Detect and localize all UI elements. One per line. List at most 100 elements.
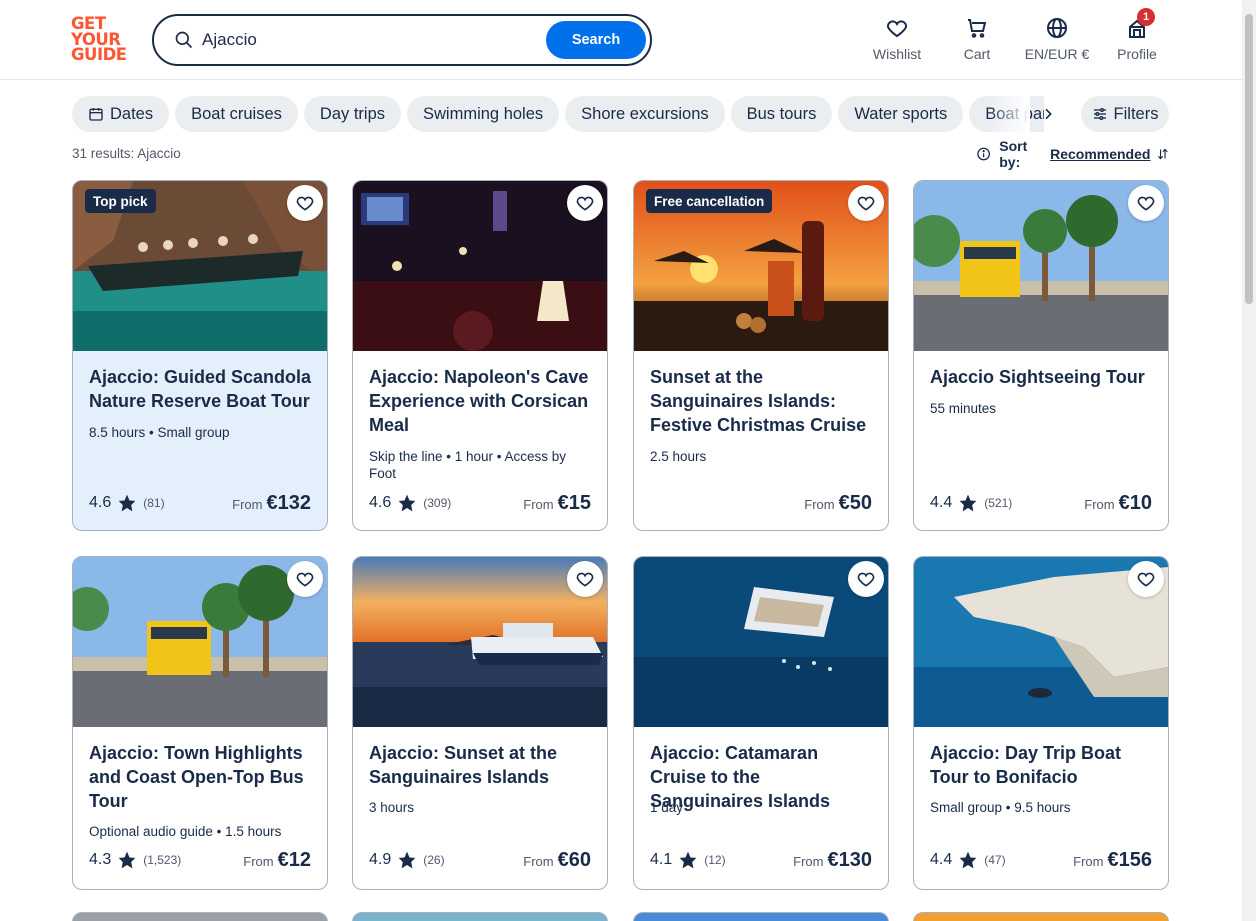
rating-value: 4.4: [930, 494, 953, 511]
card-rating-price: 4.4 (521) From €10: [930, 490, 1152, 516]
nav-language-currency[interactable]: EN/EUR €: [1022, 16, 1092, 66]
chip-water-sports[interactable]: Water sports: [838, 96, 964, 132]
rating-value: 4.6: [369, 494, 392, 511]
price-from-label: From: [1073, 853, 1104, 869]
activity-card[interactable]: Top pick Ajaccio: Guided Scandola Nature…: [72, 180, 328, 531]
card-meta: Small group • 9.5 hours: [930, 800, 1071, 815]
wishlist-toggle-button[interactable]: [1128, 185, 1164, 221]
card-title[interactable]: Ajaccio: Town Highlights and Coast Open-…: [89, 741, 315, 813]
sort-control[interactable]: Sort by: Recommended: [976, 138, 1170, 170]
price-from-label: From: [804, 496, 835, 512]
card-badge: Top pick: [85, 189, 156, 213]
nav-profile-label: Profile: [1117, 46, 1157, 62]
rating-value: 4.6: [89, 494, 112, 511]
price-from-label: From: [523, 853, 554, 869]
chip-shore-excursions[interactable]: Shore excursions: [565, 96, 725, 132]
activity-card[interactable]: Ajaccio: Catamaran Cruise to the Sanguin…: [633, 556, 889, 890]
wishlist-toggle-button[interactable]: [848, 561, 884, 597]
heart-icon: [576, 196, 594, 211]
price: From €15: [523, 492, 591, 515]
card-rating-price: 4.6 (309) From €15: [369, 490, 591, 516]
rating-value: 4.1: [650, 851, 673, 868]
nav-wishlist[interactable]: Wishlist: [872, 16, 922, 66]
site-header: GET YOUR GUIDE Search Wishlist Cart EN/E…: [0, 0, 1242, 80]
activity-card[interactable]: Free cancellation Sunset at the Sanguina…: [633, 180, 889, 531]
price: From €60: [523, 849, 591, 872]
wishlist-toggle-button[interactable]: [567, 561, 603, 597]
price: From €132: [232, 492, 311, 515]
wishlist-toggle-button[interactable]: [287, 561, 323, 597]
heart-icon: [886, 20, 908, 38]
review-count: (521): [984, 496, 1013, 510]
search-button[interactable]: Search: [546, 21, 646, 59]
page-scrollbar[interactable]: [1242, 0, 1256, 921]
activity-card[interactable]: Ajaccio: Napoleon's Cave Experience with…: [352, 180, 608, 531]
card-rating-price: 4.4 (47) From €156: [930, 847, 1152, 873]
price-amount: €60: [557, 848, 591, 871]
scrollbar-thumb[interactable]: [1245, 14, 1253, 304]
wishlist-toggle-button[interactable]: [1128, 561, 1164, 597]
sort-label: Sort by:: [999, 138, 1028, 170]
price: From €50: [804, 492, 872, 515]
getyourguide-logo[interactable]: GET YOUR GUIDE: [71, 16, 131, 64]
card-rating-price: From €50: [650, 490, 872, 516]
price-amount: €12: [277, 848, 311, 871]
card-meta: Skip the line • 1 hour • Access by Foot: [369, 449, 567, 481]
activity-card-partial[interactable]: [633, 912, 889, 921]
price: From €10: [1084, 492, 1152, 515]
logo-line-3: GUIDE: [71, 45, 127, 64]
heart-icon: [296, 196, 314, 211]
price: From €12: [243, 849, 311, 872]
wishlist-toggle-button[interactable]: [287, 185, 323, 221]
chip-swimming-holes[interactable]: Swimming holes: [407, 96, 560, 132]
card-title[interactable]: Ajaccio: Day Trip Boat Tour to Bonifacio: [930, 741, 1156, 789]
info-icon[interactable]: [976, 145, 991, 163]
activity-card[interactable]: Ajaccio: Sunset at the Sanguinaires Isla…: [352, 556, 608, 890]
card-title[interactable]: Sunset at the Sanguinaires Islands: Fest…: [650, 365, 876, 437]
cart-icon: [968, 19, 987, 38]
card-title[interactable]: Ajaccio Sightseeing Tour: [930, 365, 1156, 389]
filters-label: Filters: [1113, 104, 1159, 123]
nav-cart-label: Cart: [963, 46, 991, 62]
search-input[interactable]: [202, 27, 542, 53]
heart-icon: [1137, 572, 1155, 587]
chips-scroll-right-button[interactable]: [1032, 98, 1064, 130]
activity-card-partial[interactable]: [913, 912, 1169, 921]
chip-dates[interactable]: Dates: [72, 96, 170, 132]
price-amount: €132: [266, 491, 312, 514]
sort-value[interactable]: Recommended: [1050, 146, 1150, 162]
activity-card-partial[interactable]: [352, 912, 608, 921]
card-title[interactable]: Ajaccio: Napoleon's Cave Experience with…: [369, 365, 595, 437]
profile-notification-badge: 1: [1137, 8, 1155, 26]
activity-card[interactable]: Ajaccio: Day Trip Boat Tour to Bonifacio…: [913, 556, 1169, 890]
price-from-label: From: [523, 496, 554, 512]
review-count: (12): [704, 853, 726, 867]
activity-card[interactable]: Ajaccio: Town Highlights and Coast Open-…: [72, 556, 328, 890]
activity-card-partial[interactable]: [72, 912, 328, 921]
sort-arrows-icon[interactable]: [1156, 146, 1170, 162]
wishlist-toggle-button[interactable]: [567, 185, 603, 221]
price-from-label: From: [1084, 496, 1115, 512]
star-icon: [959, 494, 977, 512]
price-amount: €15: [557, 491, 591, 514]
price-amount: €50: [838, 491, 872, 514]
price: From €130: [793, 849, 872, 872]
search-bar: Search: [152, 14, 652, 66]
chip-bus-tours[interactable]: Bus tours: [730, 96, 833, 132]
card-meta: 55 minutes: [930, 401, 997, 416]
card-title[interactable]: Ajaccio: Guided Scandola Nature Reserve …: [89, 365, 315, 413]
heart-icon: [576, 572, 594, 587]
activity-card[interactable]: Ajaccio Sightseeing Tour 55 minutes 4.4 …: [913, 180, 1169, 531]
nav-profile[interactable]: 1 Profile: [1113, 8, 1161, 66]
chip-boat-cruises[interactable]: Boat cruises: [175, 96, 298, 132]
rating-value: 4.3: [89, 851, 112, 868]
search-icon: [175, 31, 193, 49]
price-from-label: From: [243, 853, 274, 869]
nav-cart[interactable]: Cart: [957, 16, 997, 66]
star-icon: [118, 851, 136, 869]
card-badge: Free cancellation: [646, 189, 773, 213]
card-title[interactable]: Ajaccio: Sunset at the Sanguinaires Isla…: [369, 741, 595, 789]
filters-button[interactable]: Filters: [1081, 96, 1169, 132]
chip-day-trips[interactable]: Day trips: [303, 96, 402, 132]
wishlist-toggle-button[interactable]: [848, 185, 884, 221]
